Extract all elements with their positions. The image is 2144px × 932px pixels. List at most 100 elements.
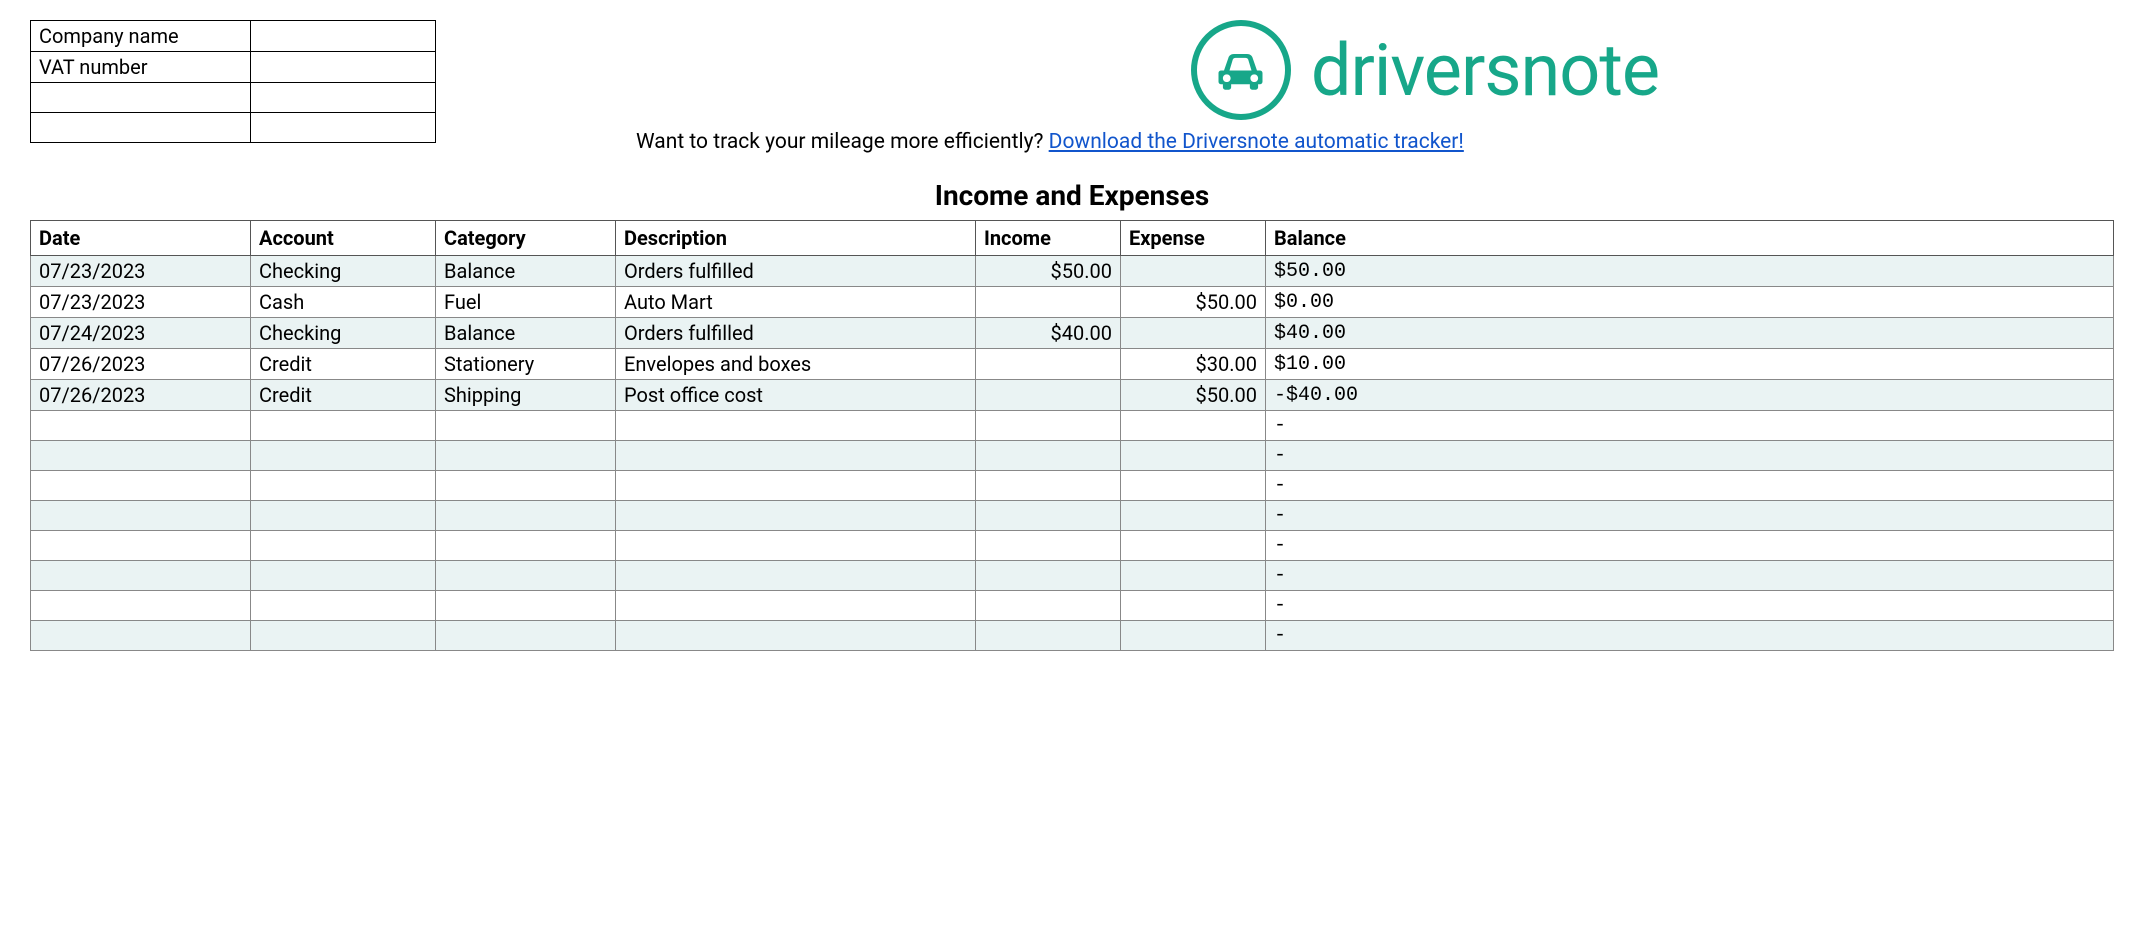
cell-date[interactable] [31,471,251,501]
cell-expense[interactable] [1121,256,1266,287]
cell-category[interactable] [436,621,616,651]
promo-link[interactable]: Download the Driversnote automatic track… [1049,130,1464,154]
cell-income[interactable] [976,349,1121,380]
cell-account[interactable] [251,531,436,561]
cell-description[interactable] [616,471,976,501]
extra-value-2[interactable] [251,113,436,143]
cell-description[interactable]: Envelopes and boxes [616,349,976,380]
cell-date[interactable] [31,591,251,621]
cell-date[interactable] [31,411,251,441]
cell-account[interactable] [251,591,436,621]
cell-category[interactable] [436,411,616,441]
cell-balance[interactable]: - [1266,441,2114,471]
cell-balance[interactable]: - [1266,471,2114,501]
cell-expense[interactable] [1121,411,1266,441]
cell-expense[interactable] [1121,501,1266,531]
cell-expense[interactable] [1121,591,1266,621]
cell-description[interactable] [616,441,976,471]
cell-description[interactable]: Auto Mart [616,287,976,318]
vat-value[interactable] [251,52,436,83]
cell-category[interactable] [436,591,616,621]
cell-category[interactable] [436,531,616,561]
cell-balance[interactable]: $40.00 [1266,318,2114,349]
cell-balance[interactable]: -$40.00 [1266,380,2114,411]
cell-balance[interactable]: $10.00 [1266,349,2114,380]
cell-account[interactable]: Checking [251,256,436,287]
cell-income[interactable] [976,531,1121,561]
cell-expense[interactable]: $30.00 [1121,349,1266,380]
cell-date[interactable] [31,621,251,651]
cell-expense[interactable] [1121,561,1266,591]
cell-account[interactable] [251,471,436,501]
cell-income[interactable] [976,287,1121,318]
cell-description[interactable] [616,411,976,441]
cell-income[interactable] [976,411,1121,441]
cell-description[interactable] [616,531,976,561]
cell-category[interactable]: Stationery [436,349,616,380]
cell-date[interactable]: 07/23/2023 [31,287,251,318]
cell-balance[interactable]: - [1266,561,2114,591]
cell-date[interactable] [31,441,251,471]
cell-income[interactable]: $40.00 [976,318,1121,349]
cell-income[interactable] [976,441,1121,471]
cell-account[interactable]: Credit [251,349,436,380]
cell-expense[interactable] [1121,441,1266,471]
cell-description[interactable]: Orders fulfilled [616,256,976,287]
cell-category[interactable]: Shipping [436,380,616,411]
ledger-table: Date Account Category Description Income… [30,220,2114,651]
cell-income[interactable]: $50.00 [976,256,1121,287]
cell-balance[interactable]: - [1266,411,2114,441]
cell-date[interactable]: 07/24/2023 [31,318,251,349]
cell-description[interactable]: Post office cost [616,380,976,411]
cell-account[interactable]: Cash [251,287,436,318]
cell-balance[interactable]: - [1266,621,2114,651]
cell-description[interactable] [616,561,976,591]
header-date: Date [31,221,251,256]
cell-category[interactable] [436,441,616,471]
cell-expense[interactable]: $50.00 [1121,380,1266,411]
cell-income[interactable] [976,591,1121,621]
cell-income[interactable] [976,621,1121,651]
cell-description[interactable]: Orders fulfilled [616,318,976,349]
cell-account[interactable] [251,501,436,531]
cell-balance[interactable]: $0.00 [1266,287,2114,318]
cell-category[interactable]: Balance [436,256,616,287]
cell-date[interactable]: 07/23/2023 [31,256,251,287]
cell-category[interactable] [436,561,616,591]
cell-date[interactable]: 07/26/2023 [31,380,251,411]
cell-account[interactable] [251,441,436,471]
cell-expense[interactable]: $50.00 [1121,287,1266,318]
cell-income[interactable] [976,471,1121,501]
cell-expense[interactable] [1121,531,1266,561]
cell-account[interactable] [251,411,436,441]
cell-date[interactable] [31,531,251,561]
cell-description[interactable] [616,591,976,621]
cell-date[interactable] [31,501,251,531]
cell-income[interactable] [976,561,1121,591]
header-balance: Balance [1266,221,2114,256]
cell-category[interactable] [436,471,616,501]
cell-income[interactable] [976,380,1121,411]
cell-balance[interactable]: - [1266,501,2114,531]
cell-balance[interactable]: - [1266,591,2114,621]
cell-expense[interactable] [1121,471,1266,501]
cell-description[interactable] [616,501,976,531]
cell-account[interactable]: Checking [251,318,436,349]
cell-description[interactable] [616,621,976,651]
cell-balance[interactable]: $50.00 [1266,256,2114,287]
table-row: 07/23/2023CashFuelAuto Mart $50.00$0.00 [31,287,2114,318]
cell-date[interactable] [31,561,251,591]
company-name-value[interactable] [251,21,436,52]
cell-account[interactable] [251,561,436,591]
cell-balance[interactable]: - [1266,531,2114,561]
extra-value-1[interactable] [251,83,436,113]
cell-category[interactable]: Balance [436,318,616,349]
cell-category[interactable]: Fuel [436,287,616,318]
cell-expense[interactable] [1121,318,1266,349]
cell-category[interactable] [436,501,616,531]
cell-account[interactable]: Credit [251,380,436,411]
cell-date[interactable]: 07/26/2023 [31,349,251,380]
cell-expense[interactable] [1121,621,1266,651]
cell-income[interactable] [976,501,1121,531]
cell-account[interactable] [251,621,436,651]
